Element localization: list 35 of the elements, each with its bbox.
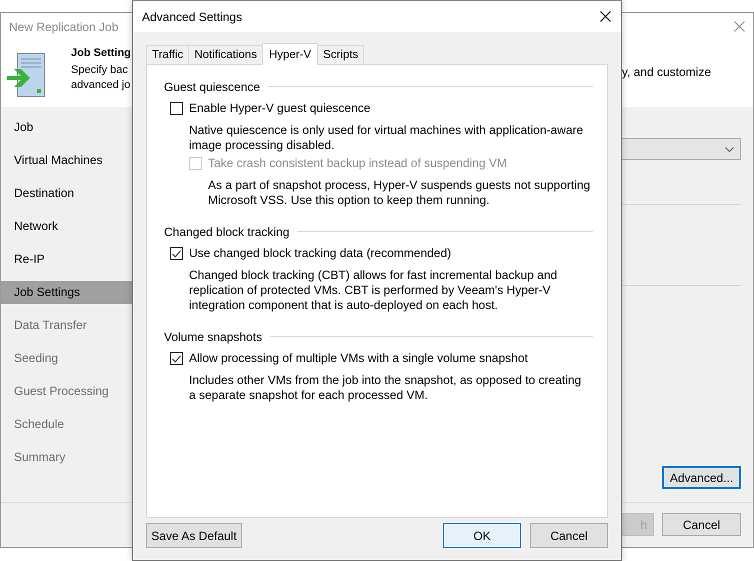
chevron-down-icon <box>725 146 734 152</box>
wizard-step[interactable]: Re-IP <box>1 248 132 271</box>
checkbox[interactable] <box>170 247 183 260</box>
page-title: Job Setting <box>71 46 132 61</box>
dialog-title: Advanced Settings <box>142 10 242 24</box>
wizard-step[interactable]: Virtual Machines <box>1 149 132 172</box>
cancel-button[interactable]: Cancel <box>530 523 608 548</box>
wizard-step[interactable]: Network <box>1 215 132 238</box>
checkbox[interactable] <box>170 102 183 115</box>
advanced-button[interactable]: Advanced... <box>662 466 741 489</box>
tab[interactable]: Scripts <box>317 45 364 64</box>
tab[interactable]: Hyper-V <box>262 43 318 65</box>
group-heading: Changed block tracking <box>164 224 290 238</box>
group-heading: Volume snapshots <box>164 330 262 344</box>
close-icon[interactable] <box>600 11 611 22</box>
tab[interactable]: Traffic <box>146 45 190 64</box>
checkbox-label[interactable]: Enable Hyper-V guest quiescence <box>189 101 370 116</box>
wizard-step[interactable]: Job Settings <box>1 281 132 304</box>
option-description: As a part of snapshot process, Hyper-V suspends guests not supporting Microsoft VSS. Use this option to keep them running. <box>208 178 592 208</box>
checkbox-label[interactable]: Allow processing of multiple VMs with a single volume snapshot <box>189 351 528 366</box>
cancel-button[interactable]: Cancel <box>662 513 741 536</box>
checkbox[interactable] <box>170 352 183 365</box>
wizard-step[interactable]: Destination <box>1 182 132 205</box>
page-description: Specify bac advanced jo <box>71 63 132 93</box>
save-default-button[interactable]: Save As Default <box>146 523 242 548</box>
group-heading: Guest quiescence <box>164 80 260 94</box>
ok-button[interactable]: OK <box>443 523 521 548</box>
option-description: Includes other VMs from the job into the snapshot, as opposed to creating a separate snapshot for each processed VM. <box>189 373 582 403</box>
wizard-step[interactable]: Job <box>1 116 132 139</box>
page-description: y, and customize <box>622 65 711 79</box>
dropdown-field[interactable] <box>620 138 741 160</box>
window-title: New Replication Job <box>9 20 118 34</box>
option-description: Native quiescence is only used for virtual machines with application-aware image processing disabled. <box>189 123 584 153</box>
option-description: Changed block tracking (CBT) allows for fast incremental backup and replication of protected VMs. CBT is performed by Veeam's Hyper-V integration component that is auto-deployed on each host. <box>189 268 558 313</box>
checkbox-label[interactable]: Use changed block tracking data (recommended) <box>189 246 452 261</box>
